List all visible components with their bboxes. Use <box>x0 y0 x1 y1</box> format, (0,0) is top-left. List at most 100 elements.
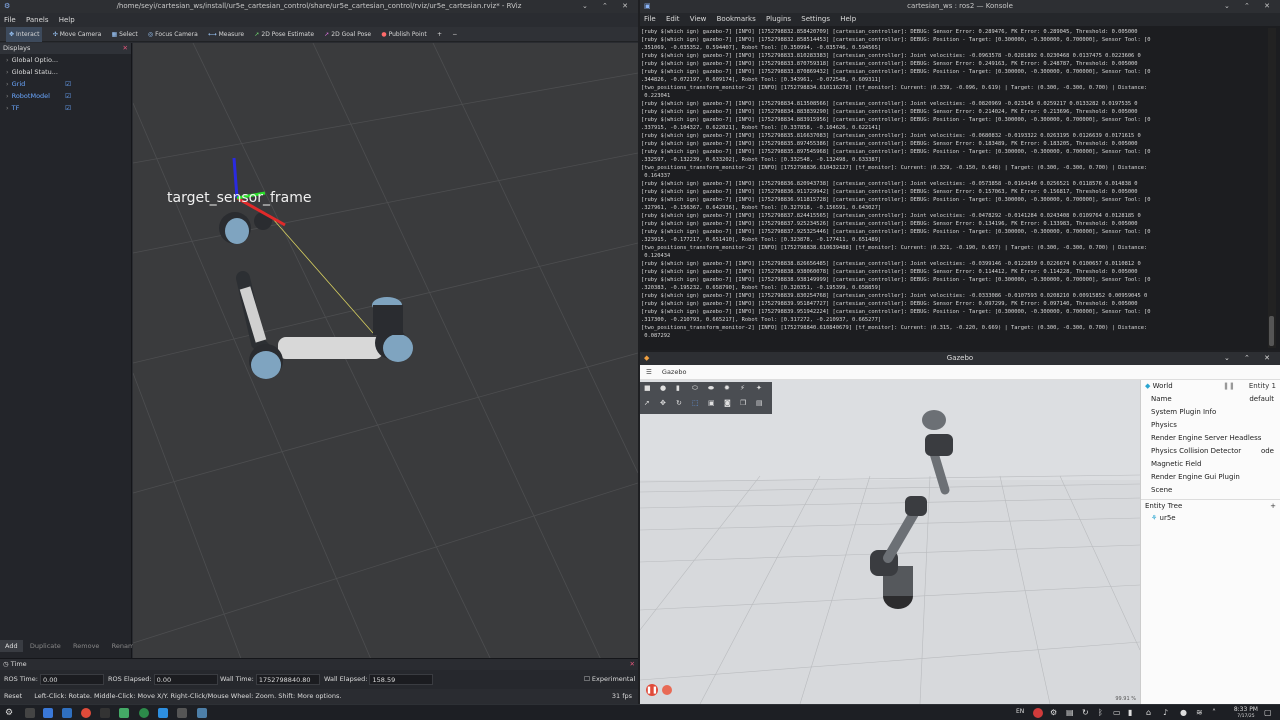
app-icon[interactable] <box>119 708 129 718</box>
pager-icon[interactable] <box>25 708 35 718</box>
display-item-tf[interactable]: › TF ☑ <box>0 102 131 114</box>
scrollbar-thumb[interactable] <box>1269 316 1274 346</box>
camera-icon[interactable]: ◙ <box>724 399 731 407</box>
close-icon[interactable]: ✕ <box>123 43 128 54</box>
capsule-shape-icon[interactable]: ⬭ <box>692 384 698 393</box>
rotate-icon[interactable]: ↻ <box>676 399 682 407</box>
chrome-icon[interactable] <box>81 708 91 718</box>
component-item[interactable]: Magnetic Field <box>1141 458 1280 471</box>
component-item[interactable]: Render Engine Gui Plugin <box>1141 471 1280 484</box>
browser-icon[interactable] <box>139 708 149 718</box>
checkbox-icon[interactable]: ☑ <box>65 78 71 90</box>
battery-icon[interactable]: ▮ <box>1128 708 1138 718</box>
tool-interact[interactable]: ✥ Interact <box>6 27 43 42</box>
display-item-global-status[interactable]: › Global Statu... <box>0 66 131 78</box>
keyboard-layout[interactable]: EN <box>1016 708 1024 715</box>
tool-focus-camera[interactable]: ◎ Focus Camera <box>148 27 198 42</box>
menu-bookmarks[interactable]: Bookmarks <box>717 15 756 23</box>
network-icon[interactable]: ⌂ <box>1146 708 1156 718</box>
menu-help[interactable]: Help <box>59 16 75 24</box>
chevron-right-icon[interactable]: › <box>6 80 9 88</box>
add-button[interactable]: Add <box>0 640 23 652</box>
rviz-titlebar[interactable]: ⚙ /home/seyi/cartesian_ws/install/ur5e_c… <box>0 0 638 13</box>
box-shape-icon[interactable]: ■ <box>644 384 651 392</box>
settings-icon[interactable]: ⚙ <box>1050 708 1060 718</box>
rviz-3d-viewport[interactable]: target_sensor_frame <box>133 43 638 664</box>
vscode-icon[interactable] <box>158 708 168 718</box>
point-light-icon[interactable]: ✦ <box>756 384 762 392</box>
mic-icon[interactable]: ● <box>1180 708 1190 718</box>
sun-light-icon[interactable]: ✹ <box>724 384 730 392</box>
component-item[interactable]: Render Engine Server Headless <box>1141 432 1280 445</box>
chevron-right-icon[interactable]: › <box>6 56 9 64</box>
ros-time-field[interactable]: 0.00 <box>40 673 104 685</box>
updates-icon[interactable]: ↻ <box>1082 708 1092 718</box>
terminal-scrollbar[interactable] <box>1268 28 1276 348</box>
snap-icon[interactable]: ⬚ <box>692 399 699 407</box>
files-icon[interactable] <box>62 708 72 718</box>
volume-icon[interactable]: ♪ <box>1163 708 1173 718</box>
terminal-output[interactable]: [ruby $(which ign) gazebo-7] [INFO] [175… <box>640 28 1266 348</box>
tool-2d-goal-pose[interactable]: ➚ 2D Goal Pose <box>324 27 371 42</box>
menu-plugins[interactable]: Plugins <box>766 15 791 23</box>
sphere-shape-icon[interactable]: ● <box>660 384 666 392</box>
paste-icon[interactable]: ▤ <box>756 399 763 407</box>
cylinder-shape-icon[interactable]: ▮ <box>676 384 680 392</box>
component-item[interactable]: Scene <box>1141 484 1280 497</box>
add-tool-button[interactable]: + <box>437 27 442 42</box>
menu-file[interactable]: File <box>4 16 16 24</box>
checkbox-icon[interactable]: ☑ <box>65 102 71 114</box>
chevron-right-icon[interactable]: › <box>6 92 9 100</box>
app-launcher-icon[interactable]: ⚙ <box>5 708 15 718</box>
tool-publish-point[interactable]: ● Publish Point <box>381 27 426 42</box>
rviz-task-icon[interactable] <box>177 708 187 718</box>
remove-button[interactable]: Remove <box>68 640 104 652</box>
reset-button[interactable]: Reset <box>4 692 22 700</box>
component-item[interactable]: Name default <box>1141 393 1280 406</box>
menu-file[interactable]: File <box>644 15 656 23</box>
dolphin-icon[interactable] <box>43 708 53 718</box>
gazebo-task-icon[interactable] <box>197 708 207 718</box>
menu-view[interactable]: View <box>690 15 707 23</box>
window-controls[interactable]: ⌄ ⌃ ✕ <box>1224 352 1276 365</box>
checkbox-icon[interactable]: ☑ <box>65 90 71 102</box>
wifi-icon[interactable]: ≋ <box>1196 708 1206 718</box>
step-icon[interactable] <box>662 685 672 695</box>
display-item-global-options[interactable]: › Global Optio... <box>0 54 131 66</box>
ellipsoid-shape-icon[interactable]: ⬬ <box>708 384 714 393</box>
experimental-checkbox[interactable]: ☐ <box>584 675 592 683</box>
expand-tray-icon[interactable]: ˄ <box>1212 708 1222 718</box>
duplicate-button[interactable]: Duplicate <box>25 640 66 652</box>
menu-settings[interactable]: Settings <box>801 15 830 23</box>
tray-icon[interactable] <box>1033 708 1043 718</box>
menu-help[interactable]: Help <box>840 15 856 23</box>
gazebo-3d-viewport[interactable]: ■ ● ▮ ⬭ ⬬ ✹ ⚡ ✦ ➚ ✥ ↻ ⬚ ▣ ◙ ❐ ▤ ❚❚ 99.91… <box>640 380 1140 704</box>
wall-elapsed-field[interactable]: 158.59 <box>369 673 434 685</box>
tool-measure[interactable]: ⟷ Measure <box>208 27 244 42</box>
konsole-titlebar[interactable]: ▣ cartesian_ws : ros2 — Konsole ⌄ ⌃ ✕ <box>640 0 1280 13</box>
tool-2d-pose-estimate[interactable]: ➚ 2D Pose Estimate <box>254 27 314 42</box>
select-arrow-icon[interactable]: ➚ <box>644 399 650 407</box>
chevron-right-icon[interactable]: › <box>6 68 9 76</box>
terminal-icon[interactable] <box>100 708 110 718</box>
display-item-robotmodel[interactable]: › RobotModel ☑ <box>0 90 131 102</box>
pause-icon[interactable]: ❚❚ <box>646 684 658 696</box>
window-controls[interactable]: ⌄ ⌃ ✕ <box>582 0 634 13</box>
show-desktop-icon[interactable]: ▢ <box>1264 708 1274 718</box>
menu-panels[interactable]: Panels <box>26 16 49 24</box>
menu-edit[interactable]: Edit <box>666 15 680 23</box>
bluetooth-icon[interactable]: ᛒ <box>1098 708 1108 718</box>
display-item-grid[interactable]: › Grid ☑ <box>0 78 131 90</box>
spot-light-icon[interactable]: ⚡ <box>740 384 745 392</box>
tool-select[interactable]: ▦ Select <box>112 27 138 42</box>
chevron-right-icon[interactable]: › <box>6 104 9 112</box>
gazebo-titlebar[interactable]: ◆ Gazebo ⌄ ⌃ ✕ <box>640 352 1280 365</box>
ros-elapsed-field[interactable]: 0.00 <box>153 673 218 685</box>
hamburger-menu-icon[interactable]: ☰ <box>646 368 652 376</box>
clock[interactable]: 8:33 PM 7/17/25 <box>1234 706 1258 720</box>
close-icon[interactable]: ✕ <box>630 659 635 670</box>
display-icon[interactable]: ▭ <box>1113 708 1123 718</box>
screenshot-icon[interactable]: ▣ <box>708 399 715 407</box>
clipboard-icon[interactable]: ▤ <box>1066 708 1076 718</box>
window-controls[interactable]: ⌄ ⌃ ✕ <box>1224 0 1276 13</box>
